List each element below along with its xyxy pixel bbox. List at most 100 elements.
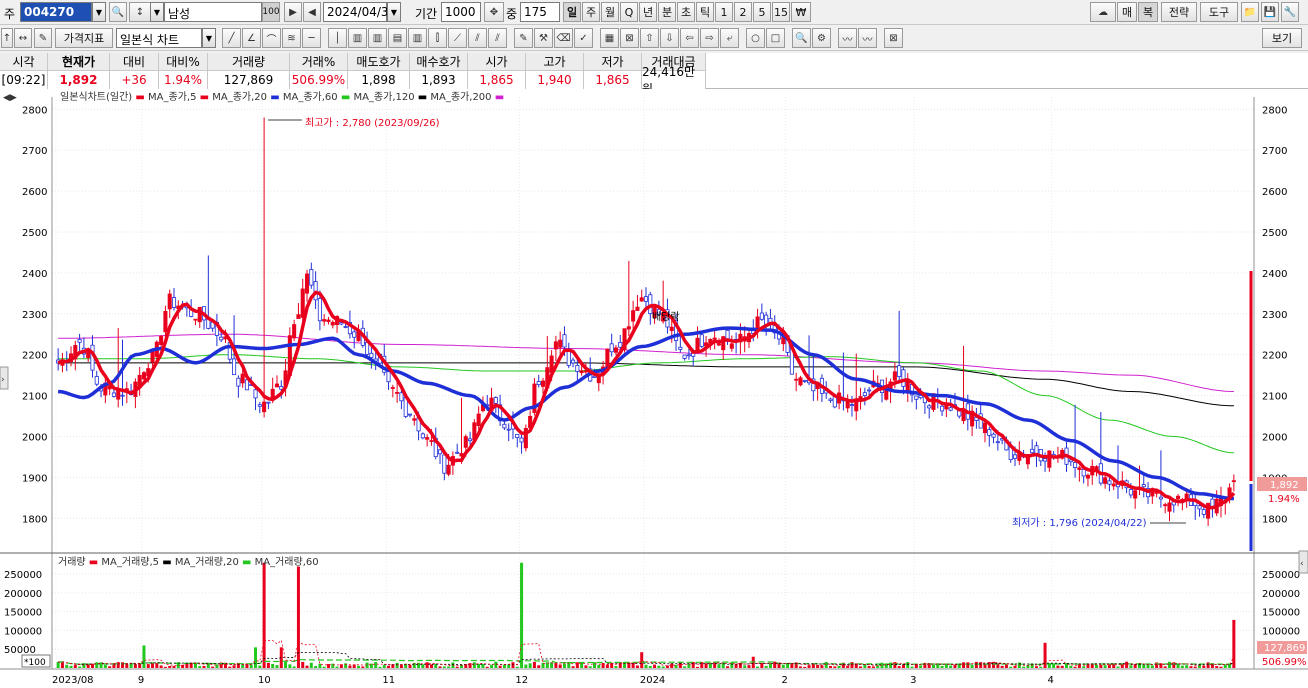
arrow-up-icon[interactable]: ⇧: [640, 28, 659, 48]
volume-bar: [228, 666, 232, 668]
period-button-4[interactable]: 년: [639, 2, 657, 22]
pen-line-icon[interactable]: ⟋: [448, 28, 467, 48]
vertical-line-icon[interactable]: │: [328, 28, 347, 48]
wave2-icon[interactable]: 〰: [858, 28, 877, 48]
arrow-down-icon[interactable]: ⇩: [660, 28, 679, 48]
save-icon[interactable]: 💾: [1261, 2, 1279, 22]
view-button[interactable]: 보기: [1262, 28, 1302, 48]
volume-bar: [537, 665, 541, 668]
date-dropdown[interactable]: ▼: [387, 2, 401, 22]
rect-icon[interactable]: □: [766, 28, 785, 48]
channel-icon[interactable]: ⫿: [428, 28, 447, 48]
price-tick-left: 1900: [22, 473, 47, 484]
period-button-7[interactable]: 틱: [696, 2, 714, 22]
arrow-right-icon[interactable]: ⇨: [700, 28, 719, 48]
stock-code-dropdown[interactable]: ▼: [92, 2, 106, 22]
quote-value-4: 127,869: [208, 71, 290, 89]
eraser-icon[interactable]: ⌫: [554, 28, 573, 48]
tools-button[interactable]: 도구: [1200, 2, 1238, 22]
strategy-button[interactable]: 전략: [1161, 2, 1197, 22]
sort-dropdown[interactable]: ▼: [150, 2, 164, 22]
clear-icon[interactable]: ⊠: [884, 28, 903, 48]
arrow-left-icon[interactable]: ⇦: [680, 28, 699, 48]
wrench-icon[interactable]: 🔧: [1281, 2, 1299, 22]
fan-icon[interactable]: ≋: [282, 28, 301, 48]
cycle-icon[interactable]: ▥: [348, 28, 367, 48]
buy-button[interactable]: 매: [1117, 2, 1137, 22]
cross-box-icon[interactable]: ⊠: [620, 28, 639, 48]
return-icon[interactable]: ⤶: [720, 28, 739, 48]
period-input[interactable]: 1000: [441, 2, 481, 22]
move-icon[interactable]: ✥: [484, 2, 504, 22]
stock-code-input[interactable]: 004270: [20, 2, 92, 22]
price-tick-left: 2800: [22, 105, 47, 116]
candle-body: [300, 288, 305, 318]
period-button-11[interactable]: 15: [772, 2, 790, 22]
settings-icon[interactable]: ⚙: [812, 28, 831, 48]
count-input[interactable]: 175: [520, 2, 560, 22]
circle-icon[interactable]: ○: [746, 28, 765, 48]
layout-icon[interactable]: ▦: [600, 28, 619, 48]
period-button-12[interactable]: ₩: [791, 2, 811, 22]
chart-type-select[interactable]: 일본식 차트: [116, 28, 202, 48]
angle-icon[interactable]: ∠: [242, 28, 261, 48]
edit-icon[interactable]: ✎: [34, 28, 52, 48]
period-button-5[interactable]: 분: [658, 2, 676, 22]
folder-icon[interactable]: 📁: [1241, 2, 1259, 22]
volume-bar: [730, 662, 734, 668]
candle-body: [571, 359, 576, 364]
volume-bar: [601, 663, 605, 668]
period-button-3[interactable]: Q: [620, 2, 638, 22]
grid-icon[interactable]: ▥: [368, 28, 387, 48]
volume-bar: [447, 666, 451, 668]
trend-line-icon[interactable]: ╱: [222, 28, 241, 48]
period-button-6[interactable]: 초: [677, 2, 695, 22]
volume-bar: [1129, 665, 1133, 668]
period-button-8[interactable]: 1: [715, 2, 733, 22]
sort-icon[interactable]: ↕: [129, 2, 151, 22]
candle-body: [407, 413, 413, 416]
chart-type-dropdown[interactable]: ▼: [202, 28, 216, 48]
price-indicator-button[interactable]: 가격지표: [55, 28, 113, 48]
volume-bar: [490, 664, 494, 668]
wave-icon[interactable]: 〰: [838, 28, 857, 48]
up-arrow-icon[interactable]: ↑: [1, 28, 13, 48]
horizontal-line-icon[interactable]: ─: [302, 28, 321, 48]
check-icon[interactable]: ✓: [574, 28, 593, 48]
expand-icon[interactable]: ↔: [14, 28, 32, 48]
chart-area[interactable]: 1800180019001900200020002100210022002200…: [0, 89, 1308, 688]
parallel2-icon[interactable]: ⫽: [488, 28, 507, 48]
search-icon[interactable]: 🔍: [109, 2, 127, 22]
fibo-icon[interactable]: ▥: [408, 28, 427, 48]
prev-arrow-icon[interactable]: ◀: [303, 2, 321, 22]
volume-bar: [532, 661, 536, 668]
volume-bar: [756, 666, 760, 668]
parallel-icon[interactable]: ⫽: [468, 28, 487, 48]
volume-bar: [661, 666, 665, 668]
date-tick-label: 3: [910, 675, 916, 686]
period-button-0[interactable]: 일: [563, 2, 581, 22]
period-button-1[interactable]: 주: [582, 2, 600, 22]
arc-icon[interactable]: ⌒: [262, 28, 281, 48]
scroll-arrows-icon[interactable]: ◀▶: [3, 93, 17, 103]
svg-text:›: ›: [1, 375, 5, 385]
volume-bar: [678, 661, 682, 668]
zoom-icon[interactable]: 🔍: [792, 28, 811, 48]
tool-icon[interactable]: ⚒: [534, 28, 553, 48]
pencil-icon[interactable]: ✎: [514, 28, 533, 48]
volume-bar: [498, 665, 502, 668]
table-icon[interactable]: ▤: [388, 28, 407, 48]
period-button-9[interactable]: 2: [734, 2, 752, 22]
date-input[interactable]: 2024/04/30: [323, 2, 396, 22]
stock-name-field[interactable]: 남성: [164, 2, 262, 22]
volume-bar: [704, 663, 708, 668]
period-button-2[interactable]: 월: [601, 2, 619, 22]
price-tick-left: 2300: [22, 310, 47, 321]
compound-button[interactable]: 복: [1138, 2, 1158, 22]
candle-body: [1201, 509, 1206, 515]
next-arrow-icon[interactable]: ▶: [284, 2, 302, 22]
stock-chart[interactable]: 1800180019001900200020002100210022002200…: [0, 89, 1308, 688]
period-button-10[interactable]: 5: [753, 2, 771, 22]
volume-bar: [357, 665, 361, 668]
cloud-icon[interactable]: ☁: [1090, 2, 1116, 22]
